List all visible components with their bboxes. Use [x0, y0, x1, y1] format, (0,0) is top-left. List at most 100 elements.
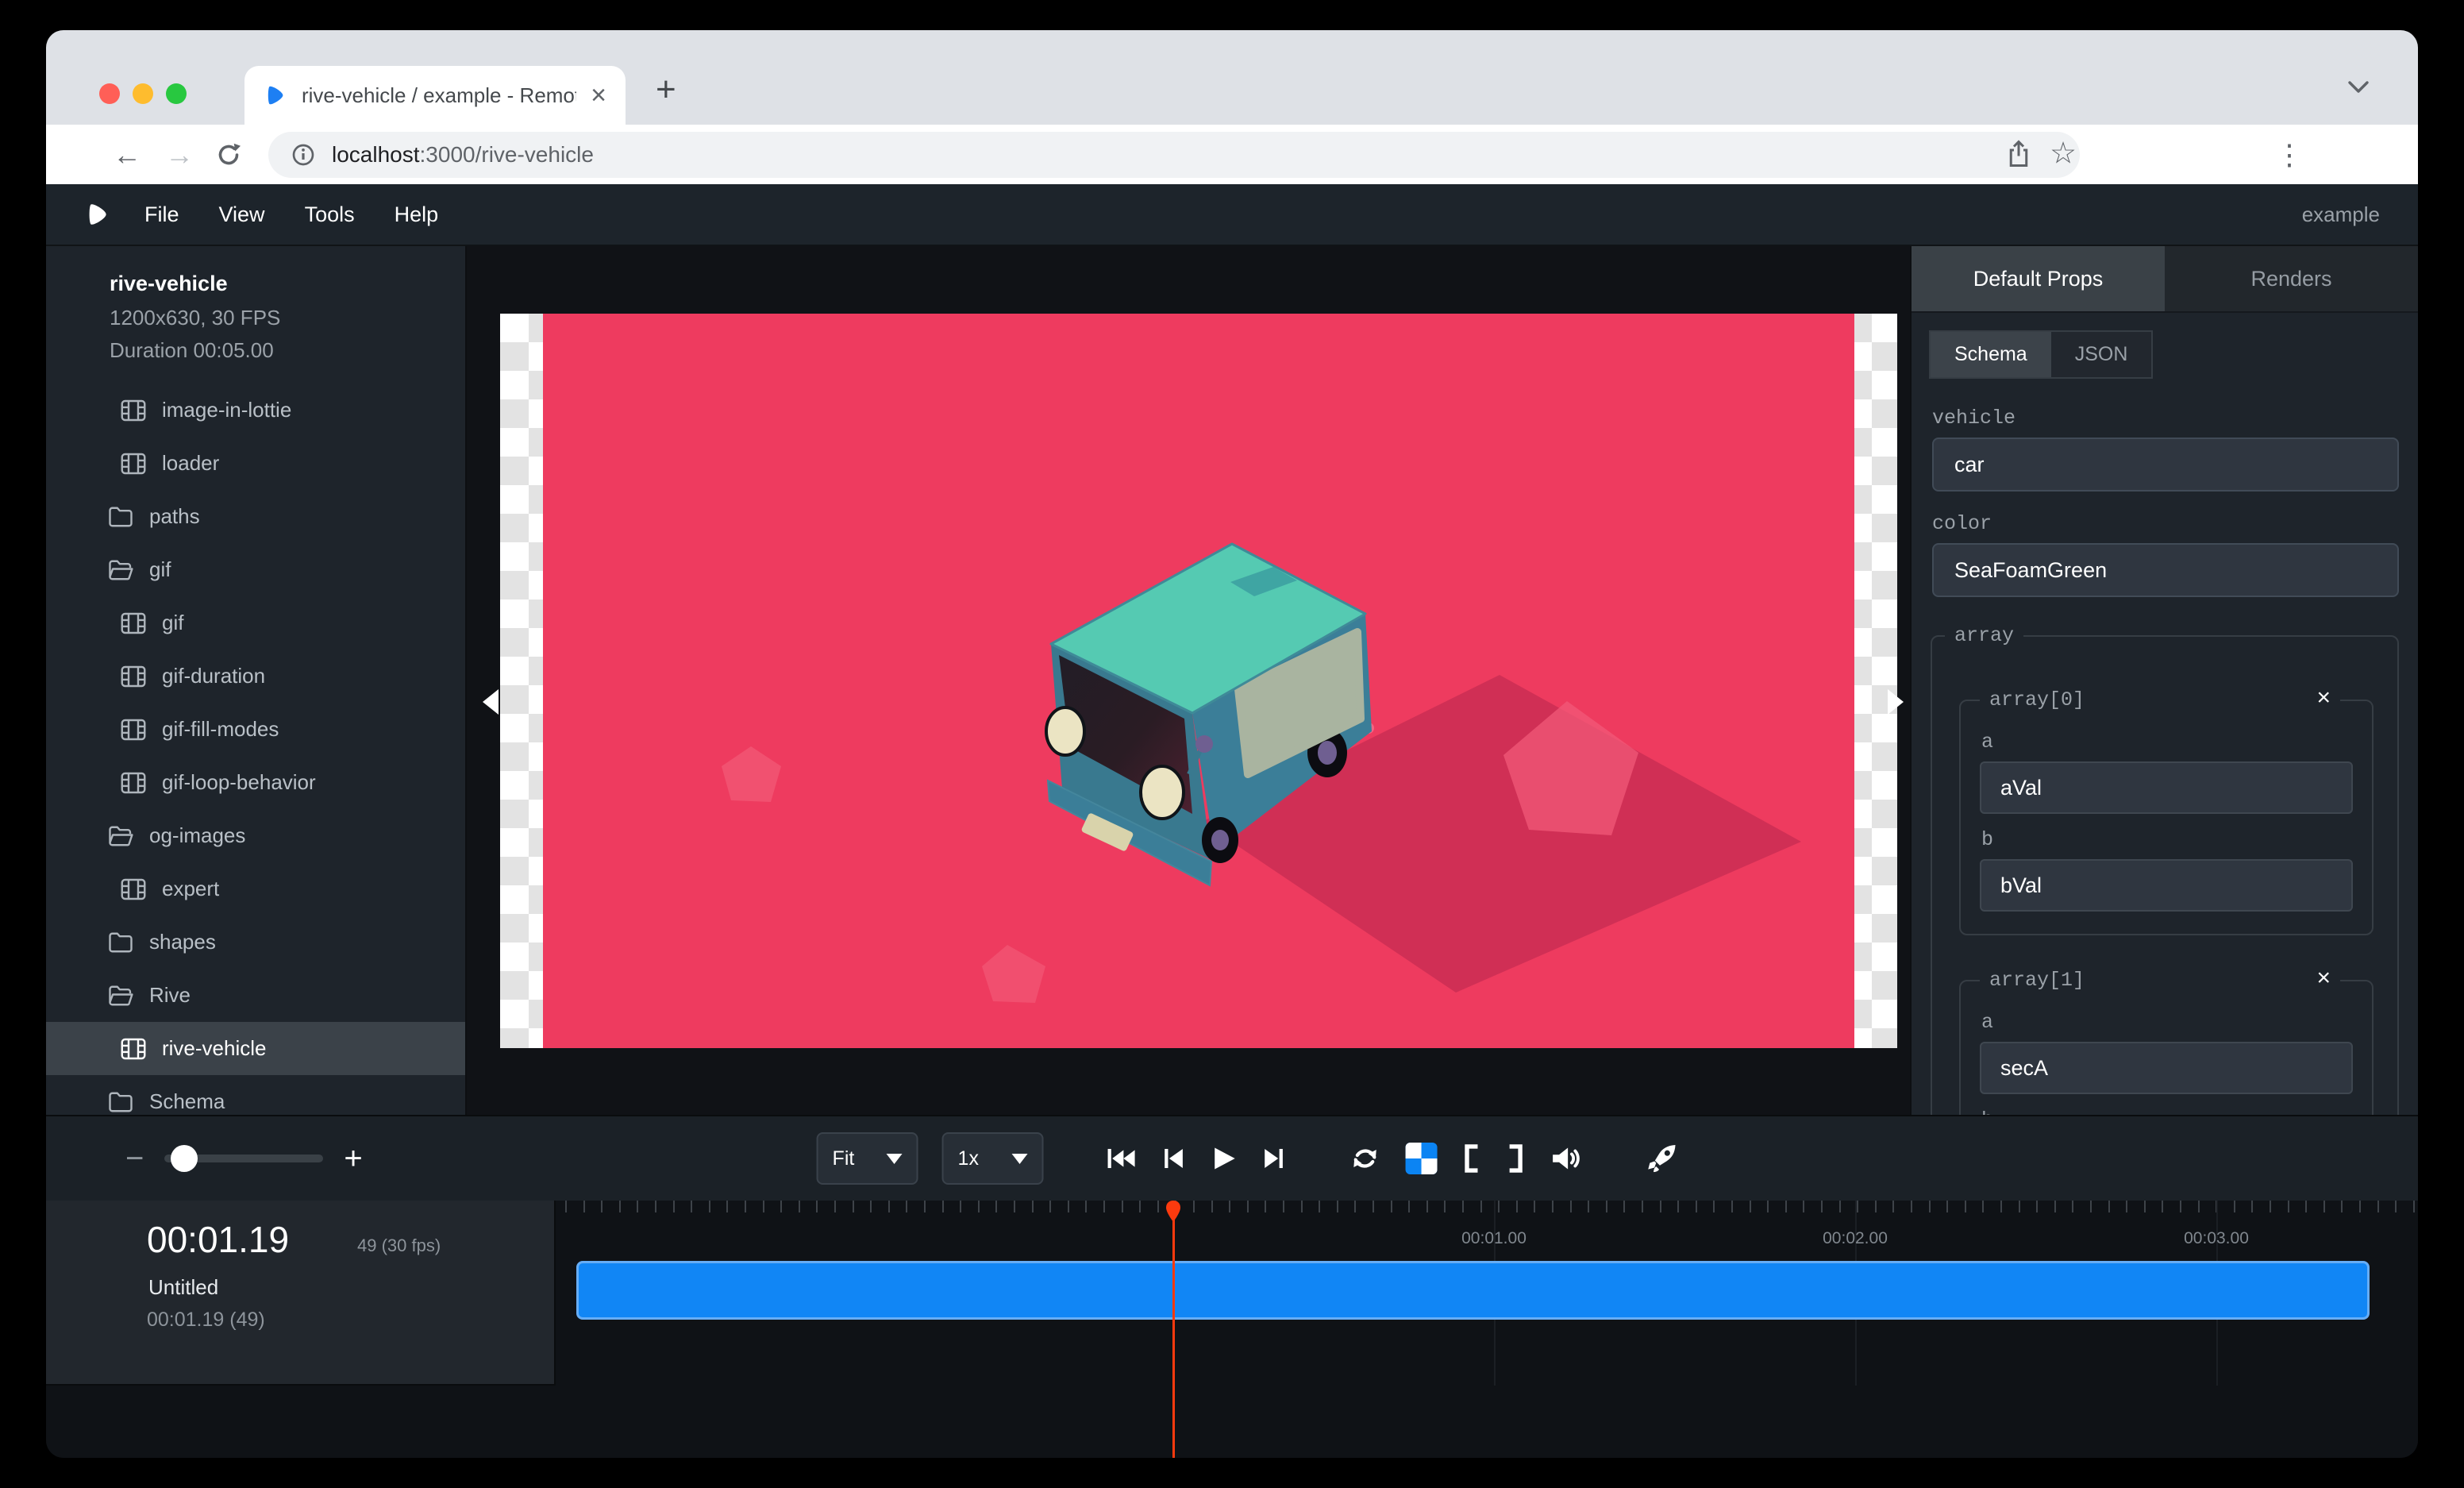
- in-point-icon[interactable]: [1461, 1143, 1482, 1174]
- vehicle-illustration: [543, 314, 1854, 1048]
- vehicle-input[interactable]: car: [1932, 438, 2399, 492]
- item-label: image-in-lottie: [162, 398, 291, 422]
- sidebar-item-gif-loop-behavior[interactable]: gif-loop-behavior: [46, 756, 465, 809]
- loop-icon[interactable]: [1349, 1143, 1382, 1174]
- menu-help[interactable]: Help: [395, 202, 439, 227]
- remove-array-item-icon[interactable]: ×: [2316, 688, 2331, 711]
- composition-duration: Duration 00:05.00: [110, 338, 465, 363]
- tab-close-icon[interactable]: ×: [591, 82, 606, 109]
- timeline-ruler[interactable]: 00:01.00 00:02.00 00:03.00 00:04.00: [556, 1201, 2418, 1458]
- browser-menu-icon[interactable]: ⋮: [2275, 138, 2304, 172]
- site-info-icon[interactable]: [291, 142, 316, 168]
- menu-view[interactable]: View: [219, 202, 265, 227]
- toggle-json[interactable]: JSON: [2051, 332, 2152, 377]
- item-label: Rive: [149, 983, 191, 1008]
- sidebar-item-gif-duration[interactable]: gif-duration: [46, 650, 465, 703]
- props-panel: Default Props Renders Schema JSON vehicl…: [1910, 246, 2418, 1115]
- sidebar-item-gif-fill-modes[interactable]: gif-fill-modes: [46, 703, 465, 756]
- sidebar-item-og-images[interactable]: og-images: [46, 809, 465, 862]
- composition-stage: [543, 314, 1854, 1048]
- render-rocket-icon[interactable]: [1646, 1142, 1679, 1175]
- composition-frame: [500, 314, 1897, 1048]
- color-input[interactable]: SeaFoamGreen: [1932, 543, 2399, 597]
- item-label: expert: [162, 877, 219, 901]
- playhead-line[interactable]: [1172, 1209, 1175, 1458]
- timeline-track-bar[interactable]: [576, 1261, 2370, 1320]
- collapse-panel-arrow[interactable]: [1888, 689, 1904, 715]
- sidebar-item-image-in-lottie[interactable]: image-in-lottie: [46, 384, 465, 437]
- remotion-logo-icon[interactable]: [84, 201, 111, 228]
- toggle-schema[interactable]: Schema: [1931, 332, 2051, 377]
- sidebar-item-loader[interactable]: loader: [46, 437, 465, 490]
- composition-resolution: 1200x630, 30 FPS: [110, 306, 465, 330]
- window-minimize-button[interactable]: [133, 83, 153, 104]
- playhead-pin[interactable]: [1164, 1201, 1183, 1224]
- transparency-checkerboard-toggle[interactable]: [1406, 1143, 1438, 1174]
- remove-array-item-icon[interactable]: ×: [2316, 969, 2331, 992]
- field-b-input[interactable]: bVal: [1980, 859, 2353, 912]
- zoom-slider[interactable]: [164, 1155, 323, 1162]
- sidebar-item-shapes[interactable]: shapes: [46, 916, 465, 969]
- play-button[interactable]: [1211, 1144, 1238, 1173]
- item-label: og-images: [149, 823, 245, 848]
- sidebar-item-paths[interactable]: paths: [46, 490, 465, 543]
- tab-default-props[interactable]: Default Props: [1912, 246, 2165, 311]
- menu-tools[interactable]: Tools: [305, 202, 355, 227]
- reload-icon[interactable]: [214, 141, 243, 169]
- share-icon[interactable]: [2004, 139, 2033, 171]
- window-close-button[interactable]: [99, 83, 120, 104]
- skip-to-start-button[interactable]: [1106, 1145, 1138, 1172]
- props-tabs: Default Props Renders: [1912, 246, 2418, 313]
- field-a-input[interactable]: secA: [1980, 1042, 2353, 1094]
- tab-title: rive-vehicle / example - Remoti: [302, 83, 576, 108]
- browser-tab[interactable]: rive-vehicle / example - Remoti ×: [244, 66, 626, 125]
- film-icon: [119, 662, 148, 691]
- sidebar-item-schema[interactable]: Schema: [46, 1075, 465, 1115]
- item-label: rive-vehicle: [162, 1036, 267, 1061]
- field-a-label: a: [1981, 1011, 2353, 1034]
- track-name[interactable]: Untitled: [148, 1275, 218, 1300]
- item-label: gif-loop-behavior: [162, 770, 316, 795]
- next-frame-button[interactable]: [1261, 1145, 1287, 1172]
- field-b-label: b: [1981, 828, 2353, 851]
- address-bar[interactable]: localhost:3000/rive-vehicle: [268, 132, 2080, 178]
- folder-open-icon: [106, 822, 135, 850]
- playback-bar: − + Fit 1x: [46, 1115, 2418, 1201]
- zoom-out-icon[interactable]: −: [125, 1141, 144, 1177]
- sidebar-item-expert[interactable]: expert: [46, 862, 465, 916]
- folder-closed-icon: [106, 503, 135, 531]
- current-time: 00:01.19: [147, 1218, 289, 1261]
- volume-icon[interactable]: [1550, 1143, 1584, 1174]
- sidebar-item-gif[interactable]: gif: [46, 596, 465, 650]
- zoom-in-icon[interactable]: +: [344, 1141, 362, 1177]
- new-tab-button[interactable]: +: [656, 70, 676, 110]
- main-area: rive-vehicle 1200x630, 30 FPS Duration 0…: [46, 246, 2418, 1115]
- field-a-input[interactable]: aVal: [1980, 761, 2353, 814]
- tab-renders[interactable]: Renders: [2165, 246, 2418, 311]
- speed-dropdown[interactable]: 1x: [942, 1132, 1044, 1185]
- sidebar-item-rive-vehicle[interactable]: rive-vehicle: [46, 1022, 465, 1075]
- menu-file[interactable]: File: [144, 202, 179, 227]
- transport-controls: Fit 1x: [817, 1116, 1679, 1201]
- zoom-control: − +: [125, 1116, 363, 1201]
- bookmark-star-icon[interactable]: ☆: [2050, 135, 2077, 171]
- sidebar-item-gif-folder[interactable]: gif: [46, 543, 465, 596]
- schema-json-toggle: Schema JSON: [1929, 330, 2153, 379]
- previous-frame-button[interactable]: [1161, 1145, 1187, 1172]
- tab-search-chevron-icon[interactable]: [2345, 78, 2372, 97]
- item-label: loader: [162, 451, 219, 476]
- film-icon: [119, 1035, 148, 1063]
- window-zoom-button[interactable]: [166, 83, 187, 104]
- timeline-info-panel: 00:01.19 49 (30 fps) Untitled 00:01.19 (…: [46, 1201, 556, 1386]
- field-b-label: b: [1981, 1108, 2353, 1115]
- collapse-sidebar-arrow[interactable]: [483, 689, 499, 715]
- pentagon-bottom: [982, 945, 1045, 1003]
- out-point-icon[interactable]: [1506, 1143, 1527, 1174]
- array-label: array: [1945, 624, 2023, 647]
- fit-dropdown[interactable]: Fit: [817, 1132, 918, 1185]
- sidebar-item-rive-folder[interactable]: Rive: [46, 969, 465, 1022]
- browser-tabstrip: rive-vehicle / example - Remoti × +: [46, 30, 2418, 125]
- forward-icon[interactable]: →: [165, 138, 194, 172]
- back-icon[interactable]: ←: [113, 138, 141, 172]
- zoom-slider-thumb[interactable]: [171, 1145, 198, 1172]
